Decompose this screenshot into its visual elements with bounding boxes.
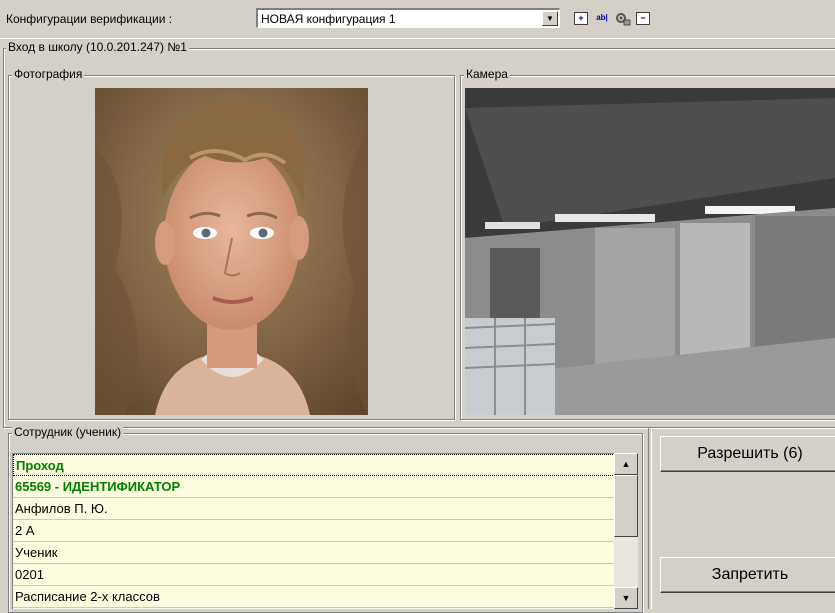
remove-icon[interactable]: − — [636, 12, 650, 25]
config-select-value: НОВАЯ конфигурация 1 — [261, 12, 396, 26]
rename-icon[interactable]: ab| — [593, 12, 611, 25]
photo-title: Фотография — [12, 67, 85, 81]
list-item[interactable]: 2 А — [13, 520, 614, 542]
employee-info-list: Проход 65569 - ИДЕНТИФИКАТОР Анфилов П. … — [12, 453, 614, 609]
scroll-down-icon[interactable]: ▼ — [614, 587, 638, 609]
list-scrollbar[interactable]: ▲ ▼ — [614, 453, 638, 609]
scroll-thumb[interactable] — [614, 475, 638, 537]
camera-feed — [465, 88, 835, 415]
camera-title: Камера — [464, 67, 510, 81]
list-item[interactable]: 65569 - ИДЕНТИФИКАТОР — [13, 476, 614, 498]
add-icon[interactable]: + — [574, 12, 588, 25]
person-photo — [95, 88, 368, 415]
config-toolbar: Конфигурации верификации : НОВАЯ конфигу… — [0, 0, 835, 39]
list-item[interactable]: Ученик — [13, 542, 614, 564]
list-item[interactable]: Проход — [13, 454, 614, 476]
access-point-title: Вход в школу (10.0.201.247) №1 — [6, 40, 189, 54]
list-item[interactable]: Анфилов П. Ю. — [13, 498, 614, 520]
settings-icon[interactable] — [615, 12, 631, 26]
scroll-up-icon[interactable]: ▲ — [614, 453, 638, 475]
config-select[interactable]: НОВАЯ конфигурация 1 ▼ — [256, 8, 560, 28]
list-item[interactable]: Расписание 2-х классов — [13, 586, 614, 608]
config-label: Конфигурации верификации : — [6, 12, 173, 26]
chevron-down-icon[interactable]: ▼ — [542, 11, 558, 26]
allow-button[interactable]: Разрешить (6) — [660, 436, 835, 472]
list-item[interactable]: 0201 — [13, 564, 614, 586]
panel-divider — [648, 428, 652, 609]
employee-title: Сотрудник (ученик) — [12, 425, 124, 439]
deny-button[interactable]: Запретить — [660, 557, 835, 593]
